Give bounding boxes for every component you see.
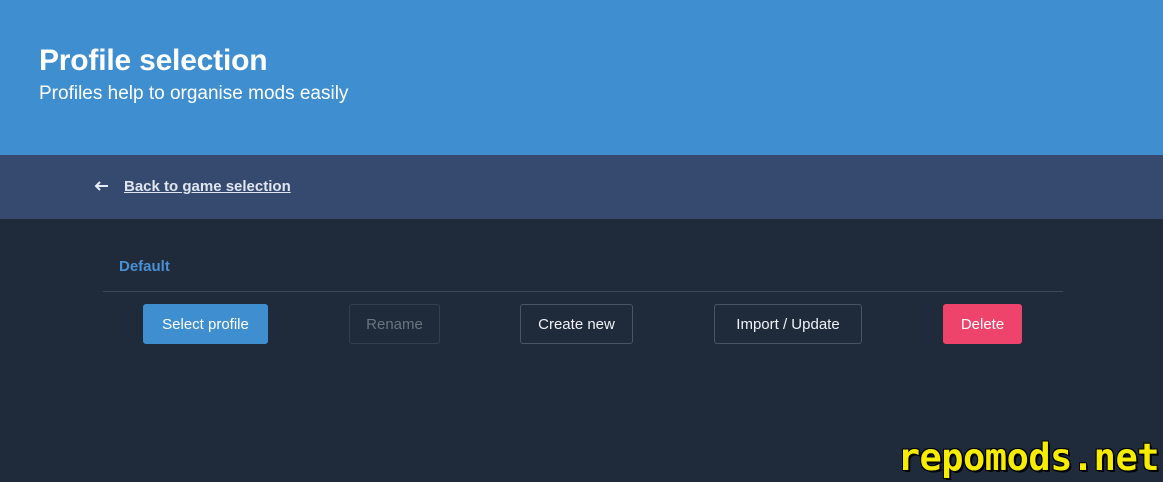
select-profile-button[interactable]: Select profile [143,304,268,344]
profile-item-default[interactable]: Default [119,258,170,276]
arrow-left-icon-graphic [94,181,108,191]
watermark: repomods.net [897,436,1160,479]
create-new-button[interactable]: Create new [520,304,633,344]
page-title: Profile selection [39,44,268,77]
back-to-game-selection-link[interactable]: Back to game selection [124,178,291,196]
navigation-bar: Back to game selection [0,155,1163,219]
arrow-left-icon[interactable] [93,176,109,196]
delete-button[interactable]: Delete [943,304,1022,344]
rename-button[interactable]: Rename [349,304,440,344]
page-subtitle: Profiles help to organise mods easily [39,83,349,104]
import-update-button[interactable]: Import / Update [714,304,862,344]
page-header: Profile selection Profiles help to organ… [0,0,1163,155]
divider [103,291,1063,292]
